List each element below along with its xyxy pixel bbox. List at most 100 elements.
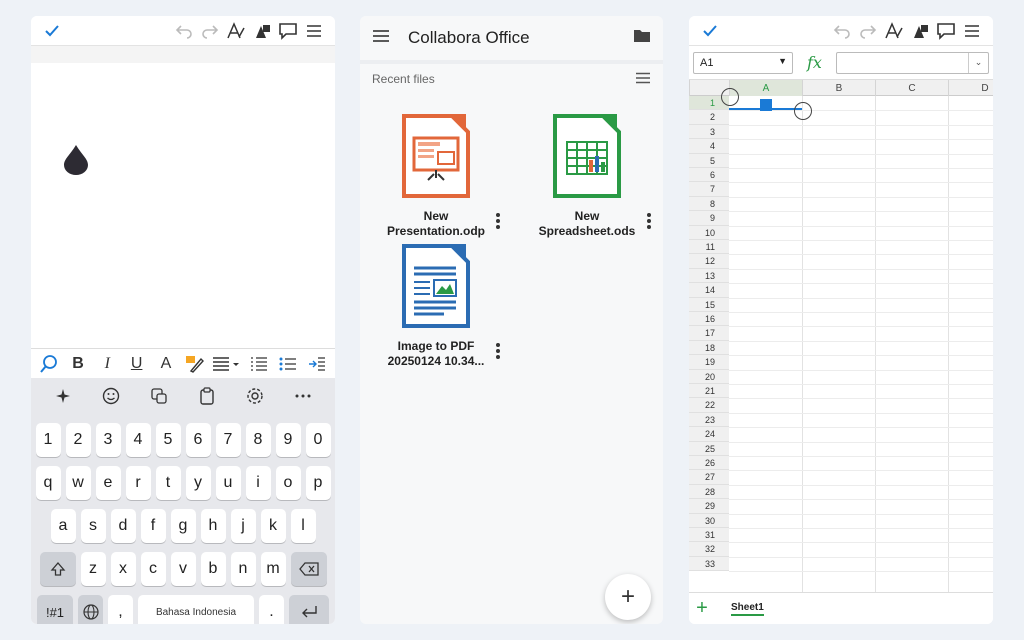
row-header[interactable]: 31 [689, 528, 729, 543]
new-document-fab[interactable]: + [605, 574, 651, 620]
column-header[interactable]: B [802, 80, 875, 96]
row-header[interactable]: 9 [689, 211, 729, 226]
symbols-key[interactable]: !#1 [37, 595, 73, 624]
row-header[interactable]: 33 [689, 556, 729, 572]
numbered-list-icon[interactable] [245, 351, 272, 377]
formula-input[interactable]: ⌄ [835, 51, 989, 74]
row-header[interactable]: 17 [689, 326, 729, 341]
key-g[interactable]: g [170, 509, 196, 543]
period-key[interactable]: . [259, 595, 284, 624]
comment-icon[interactable] [933, 19, 959, 43]
row-header[interactable]: 4 [689, 139, 729, 154]
list-view-icon[interactable] [635, 72, 651, 87]
check-icon[interactable] [39, 19, 65, 43]
file-item[interactable]: New Spreadsheet.ods [517, 112, 657, 239]
key-v[interactable]: v [170, 552, 196, 586]
key-q[interactable]: q [35, 466, 61, 500]
comment-icon[interactable] [275, 19, 301, 43]
key-0[interactable]: 0 [305, 423, 331, 457]
key-u[interactable]: u [215, 466, 241, 500]
key-2[interactable]: 2 [65, 423, 91, 457]
row-header[interactable]: 2 [689, 110, 729, 125]
key-8[interactable]: 8 [245, 423, 271, 457]
key-m[interactable]: m [260, 552, 286, 586]
row-header[interactable]: 18 [689, 340, 729, 356]
globe-key[interactable] [78, 595, 103, 624]
enter-key[interactable] [289, 595, 329, 624]
settings-gear-icon[interactable] [242, 383, 268, 409]
sparkle-icon[interactable] [50, 383, 76, 409]
hamburger-menu-icon[interactable] [372, 29, 390, 48]
text-cursor-handle[interactable] [62, 143, 90, 175]
key-o[interactable]: o [275, 466, 301, 500]
row-header[interactable]: 24 [689, 427, 729, 442]
underline-button[interactable]: U [123, 351, 150, 377]
row-header[interactable]: 11 [689, 240, 729, 255]
row-header[interactable]: 30 [689, 513, 729, 528]
row-header[interactable]: 6 [689, 168, 729, 183]
key-9[interactable]: 9 [275, 423, 301, 457]
spreadsheet-grid[interactable]: ABCD 1 2 3 4 5 6 7 8 9 10 11 12 13 14 15 16 17 18 19 20 21 22… [689, 80, 993, 592]
text-style-icon[interactable] [881, 19, 907, 43]
more-vert-icon[interactable] [494, 342, 502, 360]
key-x[interactable]: x [110, 552, 136, 586]
key-h[interactable]: h [200, 509, 226, 543]
row-header[interactable]: 27 [689, 470, 729, 485]
row-header[interactable]: 5 [689, 153, 729, 168]
menu-icon[interactable] [959, 19, 985, 43]
expand-icon[interactable]: ⌄ [968, 52, 988, 73]
italic-button[interactable]: I [94, 351, 121, 377]
row-header[interactable]: 16 [689, 312, 729, 327]
row-header[interactable]: 28 [689, 484, 729, 500]
column-header[interactable]: A [729, 80, 802, 96]
selection-handle-start[interactable] [721, 88, 739, 106]
more-vert-icon[interactable] [645, 212, 653, 230]
row-header[interactable]: 13 [689, 268, 729, 284]
key-5[interactable]: 5 [155, 423, 181, 457]
clipboard-icon[interactable] [194, 383, 220, 409]
bullet-list-icon[interactable] [274, 351, 301, 377]
row-header[interactable]: 12 [689, 254, 729, 269]
row-header[interactable]: 26 [689, 456, 729, 471]
space-key[interactable]: Bahasa Indonesia [138, 595, 254, 624]
key-y[interactable]: y [185, 466, 211, 500]
key-f[interactable]: f [140, 509, 166, 543]
row-header[interactable]: 21 [689, 384, 729, 399]
row-header[interactable]: 14 [689, 283, 729, 298]
undo-icon[interactable] [171, 19, 197, 43]
key-4[interactable]: 4 [125, 423, 151, 457]
file-item[interactable]: New Presentation.odp [366, 112, 506, 239]
more-vert-icon[interactable] [494, 212, 502, 230]
sheet-tab[interactable]: Sheet1 [731, 602, 764, 616]
undo-icon[interactable] [829, 19, 855, 43]
row-header[interactable]: 25 [689, 441, 729, 456]
more-options-icon[interactable] [290, 383, 316, 409]
key-j[interactable]: j [230, 509, 256, 543]
key-7[interactable]: 7 [215, 423, 241, 457]
key-a[interactable]: a [50, 509, 76, 543]
row-header[interactable]: 3 [689, 124, 729, 140]
indent-icon[interactable] [304, 351, 331, 377]
redo-icon[interactable] [855, 19, 881, 43]
align-icon[interactable] [211, 351, 243, 377]
autofill-handle[interactable] [759, 99, 772, 112]
function-wizard-icon[interactable]: fx [807, 53, 822, 72]
row-header[interactable]: 22 [689, 398, 729, 413]
find-icon[interactable] [35, 351, 62, 377]
key-p[interactable]: p [305, 466, 331, 500]
key-6[interactable]: 6 [185, 423, 211, 457]
emoji-icon[interactable] [98, 383, 124, 409]
comma-key[interactable]: , [108, 595, 133, 624]
row-header[interactable]: 23 [689, 412, 729, 428]
key-w[interactable]: w [65, 466, 91, 500]
key-n[interactable]: n [230, 552, 256, 586]
selection-handle-end[interactable] [794, 102, 812, 121]
key-l[interactable]: l [290, 509, 316, 543]
key-3[interactable]: 3 [95, 423, 121, 457]
add-sheet-button[interactable]: + [689, 597, 715, 620]
key-z[interactable]: z [80, 552, 106, 586]
key-b[interactable]: b [200, 552, 226, 586]
document-canvas[interactable] [31, 63, 335, 348]
row-header[interactable]: 19 [689, 355, 729, 370]
redo-icon[interactable] [197, 19, 223, 43]
